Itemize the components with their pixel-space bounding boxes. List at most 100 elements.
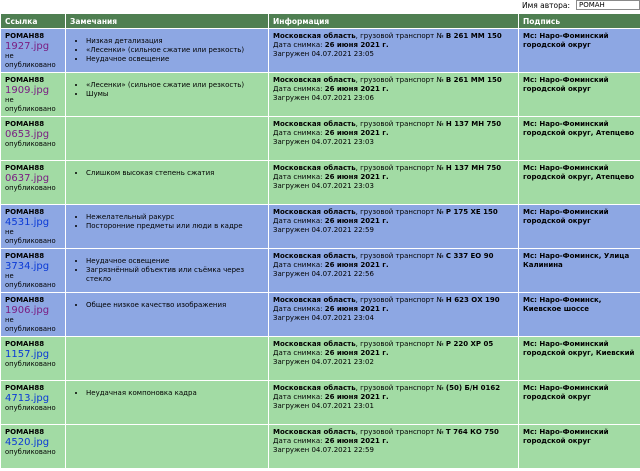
remarks-list: Неудачная компоновка кадра	[70, 389, 264, 398]
table-row: РОМАН88 1906.jpg не опубликовано Общее н…	[0, 292, 640, 337]
plate-number: Н 137 МН 750	[445, 120, 502, 128]
photo-date: 26 июня 2021 г.	[324, 129, 389, 137]
uploaded-line: Загружен 04.07.2021 23:04	[273, 314, 374, 322]
table-row: РОМАН88 1927.jpg не опубликовано Низкая …	[0, 28, 640, 73]
info-cell: Московская область, грузовой транспорт №…	[268, 160, 519, 205]
publish-status: опубликовано	[5, 184, 56, 192]
link-cell: РОМАН88 3734.jpg не опубликовано	[0, 248, 66, 293]
table-row: РОМАН88 4520.jpg опубликовано Московская…	[0, 424, 640, 469]
photo-link[interactable]: 4713.jpg	[5, 393, 61, 404]
remarks-cell: Слишком высокая степень сжатия	[65, 160, 269, 205]
region: Московская область	[273, 32, 356, 40]
signature-cell: Мс: Наро-Фоминский городской округ, Киев…	[518, 336, 640, 381]
vehicle-type: , грузовой транспорт №	[355, 76, 446, 84]
uploaded-line: Загружен 04.07.2021 23:05	[273, 50, 374, 58]
signature-cell: Мс: Наро-Фоминский городской округ, Атеп…	[518, 160, 640, 205]
uploaded-line: Загружен 04.07.2021 23:02	[273, 358, 374, 366]
table-row: РОМАН88 1157.jpg опубликовано Московская…	[0, 336, 640, 381]
photo-date-label: Дата снимка:	[273, 173, 325, 181]
remark-item: Неудачное освещение	[86, 257, 264, 266]
photo-link[interactable]: 3734.jpg	[5, 261, 61, 272]
info-cell: Московская область, грузовой транспорт №…	[268, 204, 519, 249]
photo-link[interactable]: 1906.jpg	[5, 305, 61, 316]
publish-status: опубликовано	[5, 448, 56, 456]
plate-number: В 261 ММ 150	[445, 76, 502, 84]
photo-link[interactable]: 1909.jpg	[5, 85, 61, 96]
photo-date: 26 июня 2021 г.	[324, 349, 389, 357]
link-cell: РОМАН88 1927.jpg не опубликовано	[0, 28, 66, 73]
photo-date-label: Дата снимка:	[273, 217, 325, 225]
info-cell: Московская область, грузовой транспорт №…	[268, 28, 519, 73]
remark-item: Слишком высокая степень сжатия	[86, 169, 264, 178]
link-cell: РОМАН88 0653.jpg опубликовано	[0, 116, 66, 161]
remark-item: Неудачная компоновка кадра	[86, 389, 264, 398]
photo-link[interactable]: 4531.jpg	[5, 217, 61, 228]
photo-date: 26 июня 2021 г.	[324, 393, 389, 401]
vehicle-line: Московская область, грузовой транспорт №…	[273, 340, 514, 349]
photo-link[interactable]: 0637.jpg	[5, 173, 61, 184]
link-cell: РОМАН88 1157.jpg опубликовано	[0, 336, 66, 381]
photo-link[interactable]: 1157.jpg	[5, 349, 61, 360]
photo-link[interactable]: 0653.jpg	[5, 129, 61, 140]
plate-number: (50) Б/Н 0162	[445, 384, 501, 392]
remark-item: Шумы	[86, 90, 264, 99]
signature-cell: Мс: Наро-Фоминск, Киевское шоссе	[518, 292, 640, 337]
column-header-link: Ссылка	[0, 13, 66, 29]
signature-cell: Мс: Наро-Фоминский городской округ	[518, 380, 640, 425]
link-cell: РОМАН88 0637.jpg опубликовано	[0, 160, 66, 205]
photo-link[interactable]: 4520.jpg	[5, 437, 61, 448]
remarks-list: Низкая детализация«Лесенки» (сильное сжа…	[70, 37, 264, 64]
author-name: РОМАН88	[5, 252, 45, 260]
signature-cell: Мс: Наро-Фоминский городской округ	[518, 204, 640, 249]
remark-item: Неудачное освещение	[86, 55, 264, 64]
plate-number: Н 623 ОХ 190	[445, 296, 500, 304]
region: Московская область	[273, 296, 356, 304]
remark-item: «Лесенки» (сильное сжатие или резкость)	[86, 46, 264, 55]
author-name: РОМАН88	[5, 32, 45, 40]
publish-status: не опубликовано	[5, 228, 56, 245]
remark-item: Низкая детализация	[86, 37, 264, 46]
author-filter-input[interactable]	[576, 0, 640, 10]
remarks-cell	[65, 424, 269, 469]
photo-date: 26 июня 2021 г.	[324, 217, 389, 225]
remark-item: Нежелательный ракурс	[86, 213, 264, 222]
signature-cell: Мс: Наро-Фоминский городской округ	[518, 28, 640, 73]
photo-date: 26 июня 2021 г.	[324, 173, 389, 181]
uploaded-line: Загружен 04.07.2021 23:01	[273, 402, 374, 410]
author-name: РОМАН88	[5, 120, 45, 128]
info-cell: Московская область, грузовой транспорт №…	[268, 380, 519, 425]
link-cell: РОМАН88 4531.jpg не опубликовано	[0, 204, 66, 249]
column-header-signature: Подпись	[518, 13, 640, 29]
photo-date: 26 июня 2021 г.	[324, 85, 389, 93]
vehicle-type: , грузовой транспорт №	[355, 120, 446, 128]
vehicle-line: Московская область, грузовой транспорт №…	[273, 252, 514, 261]
author-name: РОМАН88	[5, 340, 45, 348]
info-cell: Московская область, грузовой транспорт №…	[268, 292, 519, 337]
remarks-cell: Неудачная компоновка кадра	[65, 380, 269, 425]
remark-item: Посторонние предметы или люди в кадре	[86, 222, 264, 231]
photo-link[interactable]: 1927.jpg	[5, 41, 61, 52]
link-cell: РОМАН88 1909.jpg не опубликовано	[0, 72, 66, 117]
vehicle-line: Московская область, грузовой транспорт №…	[273, 296, 514, 305]
info-cell: Московская область, грузовой транспорт №…	[268, 336, 519, 381]
region: Московская область	[273, 340, 356, 348]
photo-date-line: Дата снимка: 26 июня 2021 г.	[273, 437, 514, 446]
signature-cell: Мс: Наро-Фоминский городской округ, Атеп…	[518, 116, 640, 161]
author-name: РОМАН88	[5, 296, 45, 304]
remark-item: Общее низкое качество изображения	[86, 301, 264, 310]
photos-table: Ссылка Замечания Информация Подпись РОМА…	[0, 13, 640, 469]
author-name: РОМАН88	[5, 164, 45, 172]
region: Московская область	[273, 208, 356, 216]
region: Московская область	[273, 428, 356, 436]
remarks-list: «Лесенки» (сильное сжатие или резкость)Ш…	[70, 81, 264, 99]
remarks-cell	[65, 336, 269, 381]
vehicle-type: , грузовой транспорт №	[355, 340, 446, 348]
signature-cell: Мс: Наро-Фоминский городской округ	[518, 424, 640, 469]
photo-date-label: Дата снимка:	[273, 41, 325, 49]
table-row: РОМАН88 3734.jpg не опубликовано Неудачн…	[0, 248, 640, 293]
vehicle-line: Московская область, грузовой транспорт №…	[273, 32, 514, 41]
uploaded-line: Загружен 04.07.2021 23:03	[273, 182, 374, 190]
photo-date-label: Дата снимка:	[273, 349, 325, 357]
table-row: РОМАН88 0637.jpg опубликовано Слишком вы…	[0, 160, 640, 205]
vehicle-type: , грузовой транспорт №	[355, 164, 446, 172]
